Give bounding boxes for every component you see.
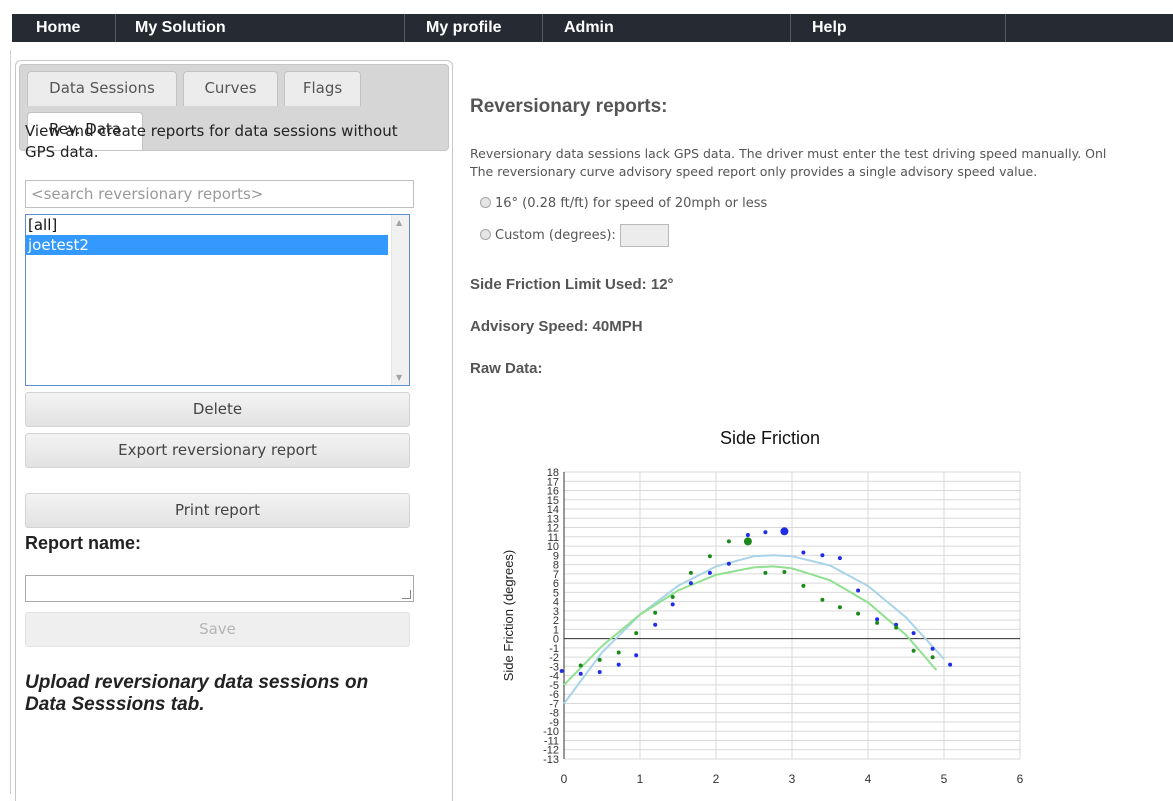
data-point	[782, 570, 787, 574]
description-line-1: Reversionary data sessions lack GPS data…	[470, 146, 1107, 161]
x-tick-label: 1	[637, 772, 644, 786]
advisory-speed: Advisory Speed: 40MPH	[470, 318, 643, 335]
tab-flags[interactable]: Flags	[284, 71, 361, 106]
data-point	[726, 561, 731, 566]
nav-divider	[115, 14, 116, 42]
data-point	[726, 539, 731, 544]
data-point	[559, 669, 564, 673]
data-point	[801, 583, 806, 588]
data-point	[597, 657, 602, 662]
data-point	[780, 527, 789, 536]
data-point	[820, 597, 825, 602]
list-item-all[interactable]: [all]	[26, 215, 388, 235]
radio-16-degrees[interactable]	[480, 197, 491, 208]
upload-note: Upload reversionary data sessions on Dat…	[25, 672, 369, 715]
fit-curve-2	[563, 565, 938, 686]
page-left-border	[10, 50, 11, 794]
data-point	[670, 595, 675, 599]
data-point	[707, 570, 712, 575]
nav-home[interactable]: Home	[36, 14, 80, 42]
nav-divider	[1005, 14, 1006, 42]
data-point	[688, 581, 693, 586]
data-point	[911, 631, 916, 636]
data-point	[653, 610, 658, 615]
data-point	[763, 570, 768, 575]
data-point	[634, 653, 639, 658]
data-point	[616, 662, 621, 667]
tab-curves[interactable]: Curves	[183, 71, 278, 106]
option-16-label: 16° (0.28 ft/ft) for speed of 20mph or l…	[495, 196, 768, 211]
data-point	[578, 663, 583, 668]
nav-divider	[542, 14, 543, 42]
print-report-button[interactable]: Print report	[25, 493, 410, 528]
nav-divider	[404, 14, 405, 42]
data-point	[930, 655, 935, 660]
delete-button[interactable]: Delete	[25, 392, 410, 427]
nav-admin[interactable]: Admin	[564, 14, 614, 42]
search-reports-input[interactable]	[25, 180, 414, 208]
data-point	[634, 631, 639, 636]
top-navbar: Home My Solution My profile Admin Help	[12, 14, 1173, 42]
option-custom[interactable]: Custom (degrees):	[480, 224, 669, 248]
y-axis-label: Side Friction (degrees)	[501, 550, 516, 682]
chart-title: Side Friction	[720, 428, 820, 448]
tab-data-sessions[interactable]: Data Sessions	[27, 71, 177, 106]
report-name-label: Report name:	[25, 533, 142, 553]
nav-my-solution[interactable]: My Solution	[135, 14, 226, 42]
data-point	[875, 620, 880, 625]
x-tick-label: 5	[941, 772, 948, 786]
nav-divider	[790, 14, 791, 42]
nav-my-profile[interactable]: My profile	[426, 14, 502, 42]
report-name-input[interactable]	[25, 575, 414, 602]
data-point	[856, 611, 861, 616]
custom-degrees-input[interactable]	[619, 224, 669, 247]
data-point	[688, 570, 693, 575]
listbox-scrollbar[interactable]: ▲ ▼	[391, 215, 409, 385]
x-tick-label: 3	[789, 772, 796, 786]
y-tick-label: 18	[547, 467, 559, 479]
data-point	[763, 530, 768, 535]
export-report-button[interactable]: Export reversionary report	[25, 433, 410, 468]
description-line-2: The reversionary curve advisory speed re…	[470, 164, 1038, 179]
page-title: Reversionary reports:	[470, 96, 668, 117]
sidebar-description: View and create reports for data session…	[25, 122, 398, 161]
data-point	[743, 537, 752, 546]
x-tick-label: 0	[561, 772, 568, 786]
option-custom-label: Custom (degrees):	[495, 228, 616, 243]
data-point	[837, 605, 842, 610]
data-point	[875, 617, 880, 622]
x-tick-label: 4	[865, 772, 872, 786]
resize-grip-icon[interactable]	[402, 590, 411, 599]
list-item-joetest2[interactable]: joetest2	[26, 235, 388, 255]
scroll-up-icon[interactable]: ▲	[396, 218, 402, 227]
reversionary-description: Reversionary data sessions lack GPS data…	[470, 145, 1173, 181]
data-point	[911, 648, 916, 653]
x-tick-label: 6	[1017, 772, 1024, 786]
save-button[interactable]: Save	[25, 612, 410, 647]
data-point	[616, 650, 621, 655]
data-point	[745, 533, 750, 537]
data-point	[670, 602, 675, 607]
data-point	[801, 550, 806, 555]
data-point	[948, 662, 953, 667]
data-point	[597, 670, 602, 674]
data-point	[837, 556, 842, 561]
option-16-degrees[interactable]: 16° (0.28 ft/ft) for speed of 20mph or l…	[480, 195, 767, 213]
radio-custom[interactable]	[480, 229, 491, 240]
data-point	[894, 625, 899, 630]
raw-data-label: Raw Data:	[470, 360, 543, 377]
reports-listbox[interactable]: [all] joetest2 ▲ ▼	[25, 214, 410, 386]
data-point	[578, 671, 583, 676]
data-point	[820, 553, 825, 558]
scroll-down-icon[interactable]: ▼	[396, 373, 402, 382]
side-friction-limit: Side Friction Limit Used: 12°	[470, 276, 674, 293]
data-point	[653, 622, 658, 627]
side-friction-chart: Side Friction-13-12-11-10-9-8-7-6-5-4-3-…	[501, 428, 1024, 786]
data-point	[707, 554, 712, 559]
nav-help[interactable]: Help	[812, 14, 847, 42]
x-tick-label: 2	[713, 772, 720, 786]
data-point	[930, 646, 935, 651]
data-point	[856, 588, 861, 593]
